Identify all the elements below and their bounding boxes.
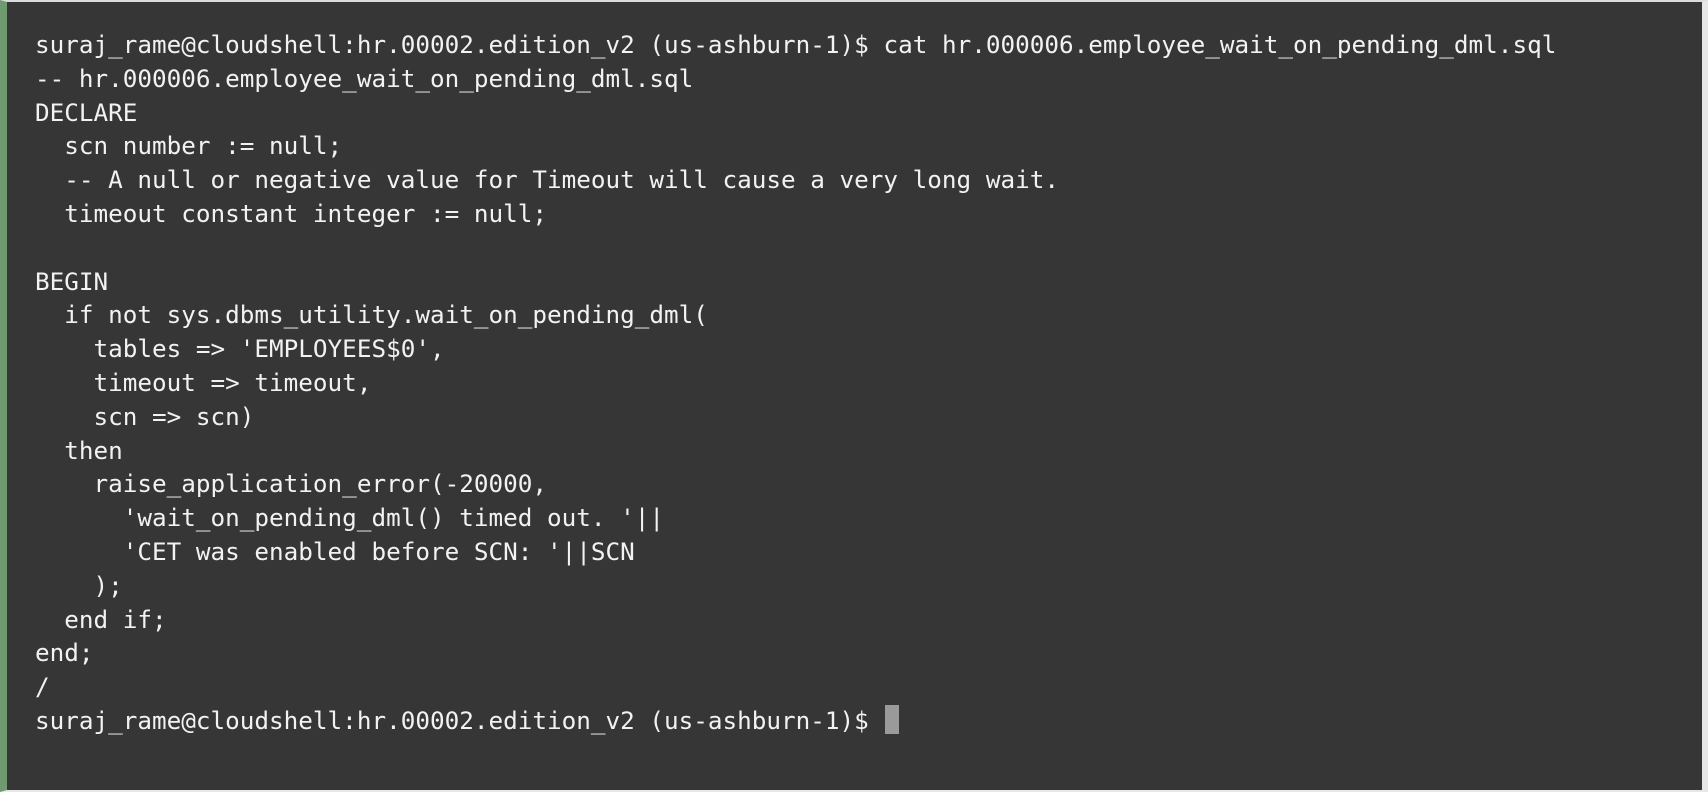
output-line: BEGIN [35, 266, 109, 296]
output-line: scn => scn) [35, 401, 255, 431]
text-cursor [885, 704, 900, 734]
terminal-output: suraj_rame@cloudshell:hr.00002.edition_v… [35, 28, 1695, 738]
output-line: end if; [35, 604, 167, 634]
output-line: scn number := null; [35, 131, 343, 161]
output-line: if not sys.dbms_utility.wait_on_pending_… [35, 300, 708, 330]
output-line: 'wait_on_pending_dml() timed out. '|| [35, 503, 665, 533]
output-line: timeout constant integer := null; [35, 198, 547, 228]
terminal-window[interactable]: suraj_rame@cloudshell:hr.00002.edition_v… [0, 0, 1708, 792]
output-line: DECLARE [35, 97, 138, 127]
output-line: -- A null or negative value for Timeout … [35, 165, 1059, 195]
output-line: 'CET was enabled before SCN: '||SCN [35, 536, 635, 566]
shell-command: cat hr.000006.employee_wait_on_pending_d… [883, 30, 1557, 59]
output-line: ); [35, 570, 123, 600]
shell-prompt: suraj_rame@cloudshell:hr.00002.edition_v… [35, 705, 869, 735]
output-line: / [35, 672, 50, 702]
output-line: -- hr.000006.employee_wait_on_pending_dm… [35, 63, 694, 93]
output-line: raise_application_error(-20000, [35, 469, 547, 499]
output-line: tables => 'EMPLOYEES$0', [35, 334, 445, 364]
command-line: suraj_rame@cloudshell:hr.00002.edition_v… [35, 28, 1695, 62]
shell-prompt: suraj_rame@cloudshell:hr.00002.edition_v… [35, 30, 869, 59]
output-line: then [35, 435, 123, 465]
output-line: end; [35, 638, 94, 668]
output-line: timeout => timeout, [35, 367, 372, 397]
prompt-line[interactable]: suraj_rame@cloudshell:hr.00002.edition_v… [35, 704, 1695, 738]
